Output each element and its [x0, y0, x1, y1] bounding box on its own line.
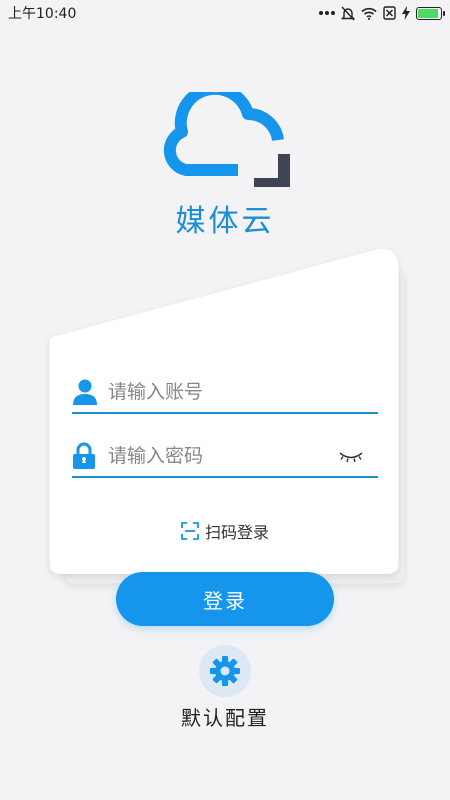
wifi-icon	[361, 7, 377, 20]
config-label[interactable]: 默认配置	[0, 702, 450, 731]
status-bar: 上午10:40	[0, 0, 450, 26]
mute-bell-icon	[341, 6, 355, 20]
cloud-logo-icon	[163, 92, 290, 187]
config-button[interactable]	[199, 645, 251, 697]
password-input[interactable]	[72, 445, 292, 467]
scan-icon	[181, 522, 199, 540]
login-card	[42, 248, 408, 608]
qr-login-label: 扫码登录	[204, 523, 269, 542]
password-field	[72, 436, 378, 478]
login-button[interactable]: 登录	[116, 572, 334, 626]
gear-icon	[210, 656, 240, 686]
account-field	[72, 372, 378, 414]
more-dots-icon	[319, 11, 335, 15]
battery-level	[418, 8, 438, 18]
app-name: 媒体云	[175, 204, 275, 239]
lock-icon	[73, 442, 95, 469]
battery-icon	[416, 6, 445, 20]
status-icons	[319, 6, 445, 21]
eye-closed-icon[interactable]	[338, 450, 364, 464]
user-icon	[73, 379, 97, 405]
charging-icon	[402, 6, 410, 20]
status-time: 上午10:40	[8, 6, 77, 22]
qr-login-link[interactable]: 扫码登录	[0, 519, 450, 543]
account-input[interactable]	[72, 381, 292, 403]
no-sim-icon	[383, 6, 396, 20]
